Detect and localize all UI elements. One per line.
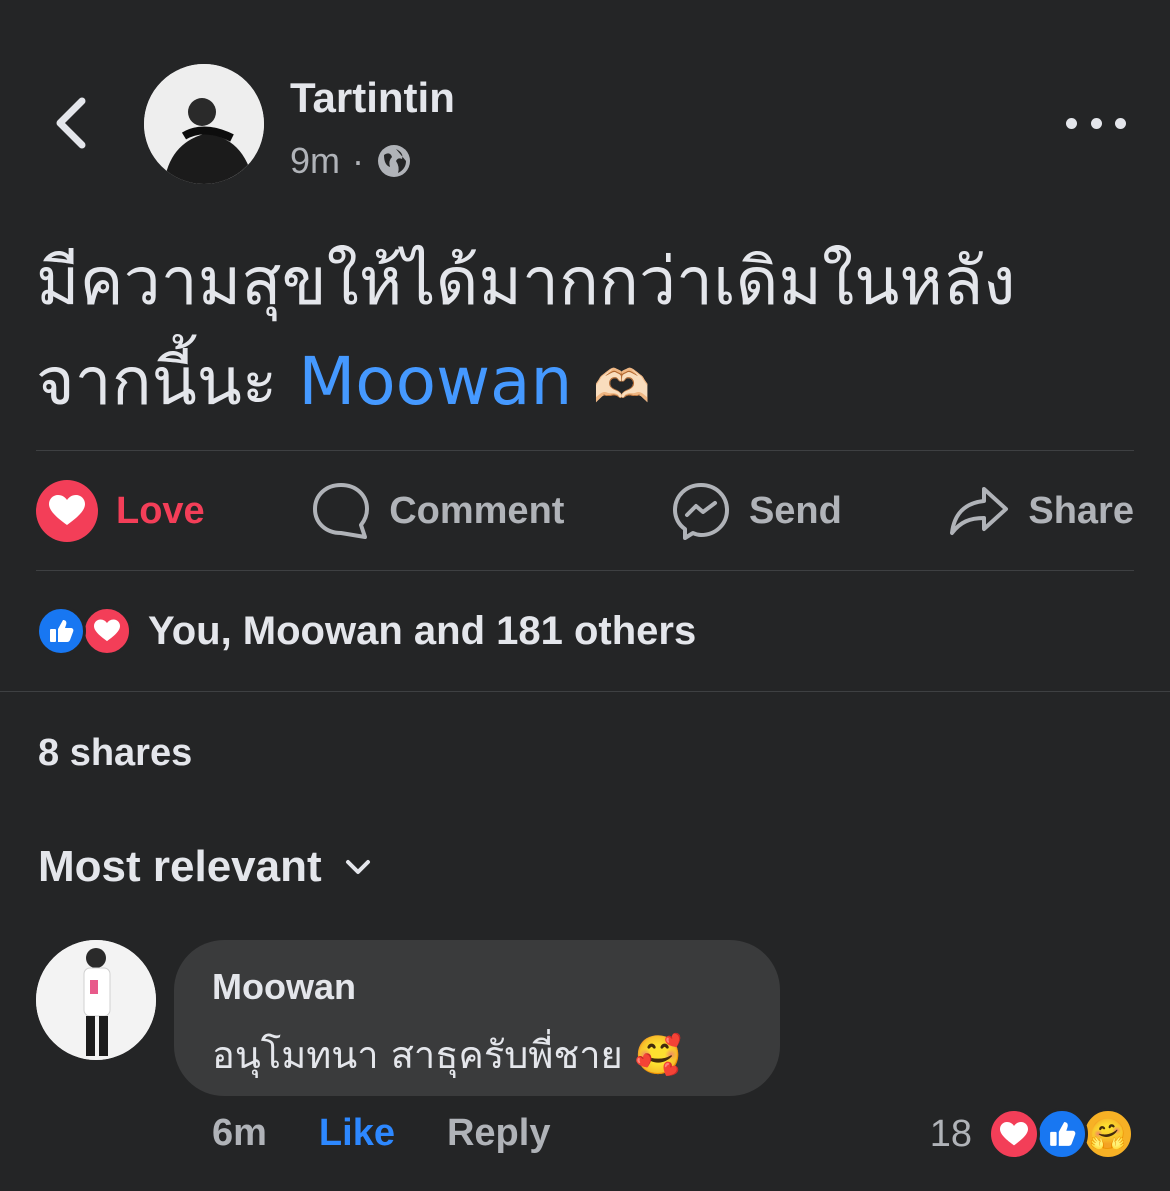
divider (36, 570, 1134, 571)
comment-button[interactable]: Comment (311, 481, 564, 541)
back-button[interactable] (40, 88, 100, 158)
heart-hands-emoji: 🫶🏻 (593, 358, 651, 413)
messenger-icon (672, 483, 729, 540)
author-avatar[interactable] (144, 64, 264, 184)
share-arrow-icon (950, 487, 1009, 535)
more-icon-dot (1115, 117, 1126, 129)
reactions-text: You, Moowan and 181 others (148, 608, 697, 653)
comment-sort-dropdown[interactable]: Most relevant (38, 842, 372, 892)
post-time[interactable]: 9m (290, 140, 340, 182)
care-reaction-icon: 🤗 (1082, 1108, 1134, 1160)
love-reaction-icon (82, 606, 132, 656)
love-reaction-icon (988, 1108, 1040, 1160)
post-action-bar: Love Comment Send Share (36, 452, 1134, 570)
divider (0, 691, 1170, 692)
comment-reaction-count: 18 (929, 1112, 972, 1155)
like-reaction-icon (1036, 1108, 1088, 1160)
commenter-avatar[interactable] (36, 940, 156, 1060)
send-button[interactable]: Send (671, 481, 842, 541)
love-label: Love (116, 489, 205, 532)
mention-link[interactable]: Moowan (298, 343, 572, 420)
comment-author[interactable]: Moowan (212, 966, 356, 1008)
reactions-summary[interactable]: You, Moowan and 181 others (36, 606, 696, 656)
post-text-line1: มีความสุขให้ได้มากกว่าเดิมในหลัง (36, 243, 1016, 320)
author-name[interactable]: Tartintin (290, 74, 455, 122)
love-reaction-icon (36, 480, 98, 542)
more-icon-dot (1090, 117, 1102, 129)
chevron-down-icon (345, 860, 370, 874)
comment-like-button[interactable]: Like (319, 1112, 395, 1155)
post-text-line2: จากนี้นะ Moowan 🫶🏻 (36, 332, 1136, 436)
comment-bubble[interactable]: Moowan อนุโมทนา สาธุครับพี่ชาย 🥰 (174, 940, 780, 1096)
comment-text: อนุโมทนา สาธุครับพี่ชาย 🥰 (212, 1024, 682, 1085)
shares-count[interactable]: 8 shares (38, 732, 192, 775)
comment-reaction-icons: 🤗 (988, 1108, 1134, 1160)
comment-time: 6m (212, 1112, 267, 1154)
globe-icon (378, 145, 411, 177)
comment-body: อนุโมทนา สาธุครับพี่ชาย (212, 1033, 623, 1077)
more-options-button[interactable] (1066, 108, 1126, 138)
reaction-icons (36, 606, 134, 656)
share-label: Share (1028, 489, 1134, 532)
meta-separator: · (352, 140, 365, 181)
comment-reactions[interactable]: 18 🤗 (930, 1108, 1134, 1160)
more-icon (1066, 117, 1077, 129)
love-button[interactable]: Love (36, 480, 205, 542)
avatar-photo (36, 940, 156, 1060)
divider (36, 450, 1134, 451)
post-detail-page: Tartintin 9m · มีความสุขให้ได้มากกว่าเดิ… (0, 0, 1170, 1191)
avatar-photo (144, 64, 264, 184)
post-text-prefix: จากนี้นะ (36, 343, 299, 420)
smiling-hearts-emoji: 🥰 (634, 1033, 683, 1077)
post-meta: 9m · (290, 140, 412, 182)
comment-icon (313, 483, 370, 539)
share-button[interactable]: Share (948, 485, 1134, 537)
sort-label: Most relevant (38, 842, 322, 891)
like-reaction-icon (36, 606, 86, 656)
back-arrow-icon (56, 97, 86, 149)
comment-label: Comment (389, 489, 565, 532)
comment-reply-button[interactable]: Reply (447, 1112, 550, 1155)
send-label: Send (748, 489, 842, 532)
post-text: มีความสุขให้ได้มากกว่าเดิมในหลัง จากนี้น… (36, 232, 1136, 436)
comment-footer: 6m Like Reply (212, 1112, 550, 1155)
